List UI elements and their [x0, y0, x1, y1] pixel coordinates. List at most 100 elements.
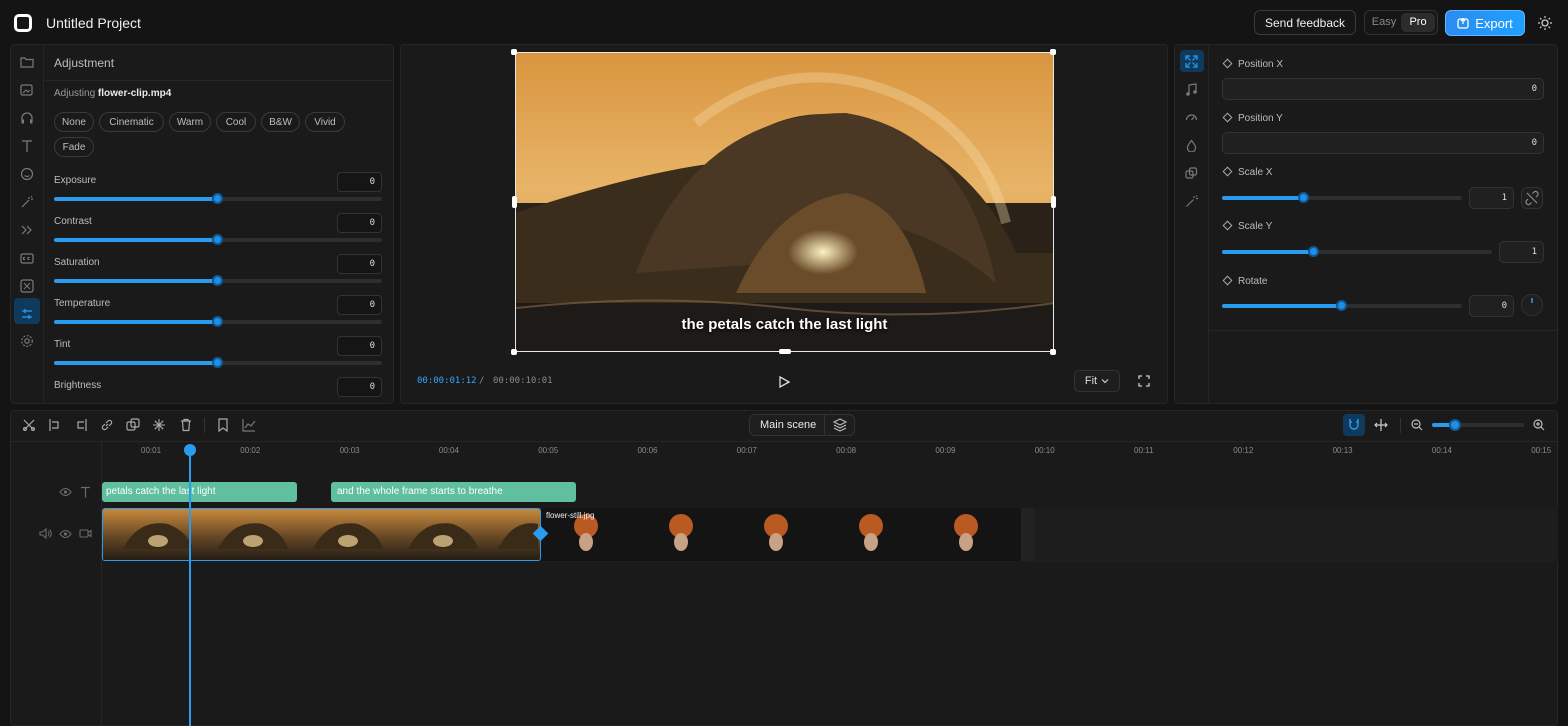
sticker-smile-icon[interactable] [20, 167, 34, 181]
snap-magnet-button[interactable] [1343, 414, 1365, 436]
delete-trash-icon[interactable] [179, 418, 193, 432]
slider-knob[interactable] [1307, 246, 1319, 257]
slider-value-temperature[interactable]: 0 [337, 295, 382, 315]
resize-handle-tl[interactable] [511, 49, 517, 55]
preset-fade[interactable]: Fade [54, 137, 94, 157]
mode-easy-option[interactable]: Easy [1367, 13, 1401, 32]
rotate-dial[interactable] [1521, 294, 1543, 316]
captions-icon[interactable] [20, 251, 34, 265]
text-clip[interactable]: and the whole frame starts to breathe [331, 482, 576, 502]
folder-icon[interactable] [20, 55, 34, 69]
color-drop-icon[interactable] [1185, 139, 1198, 152]
transform-expand-icon[interactable] [1185, 55, 1198, 68]
slider-knob[interactable] [1297, 192, 1309, 203]
preset-cool[interactable]: Cool [216, 112, 256, 132]
headphones-icon[interactable] [20, 111, 34, 125]
video-preview[interactable] [515, 52, 1054, 352]
zoom-in-icon[interactable] [1533, 419, 1545, 431]
video-clip-wave[interactable] [102, 508, 541, 561]
slider-value-brightness[interactable]: 0 [337, 377, 382, 397]
send-feedback-button[interactable]: Send feedback [1254, 10, 1356, 35]
transitions-icon[interactable] [20, 223, 34, 237]
zoom-slider-knob[interactable] [1449, 419, 1461, 431]
slider-exposure[interactable] [54, 193, 382, 204]
text-icon[interactable] [20, 139, 34, 153]
fit-timeline-icon[interactable] [1373, 418, 1389, 432]
position-x-input[interactable]: 0 [1222, 78, 1544, 100]
resize-handle-left[interactable] [512, 196, 517, 208]
slider-knob[interactable] [212, 357, 223, 368]
slider-knob[interactable] [212, 234, 223, 245]
slider-knob[interactable] [1336, 300, 1347, 311]
resize-handle-bl[interactable] [511, 349, 517, 355]
bookmark-icon[interactable] [216, 418, 230, 432]
fit-dropdown[interactable]: Fit [1074, 370, 1120, 392]
scene-selector[interactable]: Main scene [749, 414, 855, 436]
speed-icon[interactable] [1185, 111, 1198, 124]
resize-handle-bottom[interactable] [779, 349, 791, 354]
slider-contrast[interactable] [54, 234, 382, 245]
slider-value-tint[interactable]: 0 [337, 336, 382, 356]
resize-handle-br[interactable] [1050, 349, 1056, 355]
effects-icon[interactable] [20, 279, 34, 293]
project-title[interactable]: Untitled Project [46, 15, 141, 31]
video-caption-overlay[interactable]: the petals catch the last light [515, 316, 1054, 333]
split-scissors-icon[interactable] [22, 418, 36, 432]
playhead-handle[interactable] [184, 444, 196, 456]
eye-icon[interactable] [59, 529, 72, 539]
fullscreen-icon[interactable] [1138, 375, 1150, 387]
video-clip-flower[interactable] [541, 508, 1035, 561]
preset-warm[interactable]: Warm [169, 112, 211, 132]
slider-value-exposure[interactable]: 0 [337, 172, 382, 192]
rotate-input[interactable]: 0 [1469, 295, 1514, 317]
keyframe-graph-icon[interactable] [242, 418, 256, 432]
preset-cinematic[interactable]: Cinematic [99, 112, 164, 132]
duplicate-icon[interactable] [126, 418, 140, 432]
slider-knob[interactable] [212, 193, 223, 204]
magic-wand-icon[interactable] [1185, 195, 1198, 208]
media-add-icon[interactable] [20, 83, 34, 97]
freeze-icon[interactable] [152, 418, 166, 432]
scale-x-input[interactable]: 1 [1469, 187, 1514, 209]
slider-label-contrast: Contrast [54, 216, 92, 227]
music-note-icon[interactable] [1185, 83, 1198, 96]
theme-toggle-icon[interactable] [1538, 16, 1552, 30]
trim-left-icon[interactable] [48, 418, 62, 432]
playhead-line[interactable] [189, 450, 191, 726]
slider-temperature[interactable] [54, 316, 382, 327]
volume-icon[interactable] [39, 528, 52, 539]
adjust-sliders-icon[interactable] [20, 307, 34, 321]
layers-copy-icon[interactable] [1185, 167, 1198, 180]
slider-knob[interactable] [212, 275, 223, 286]
magic-wand-icon[interactable] [20, 195, 34, 209]
slider-value-contrast[interactable]: 0 [337, 213, 382, 233]
link-icon[interactable] [100, 418, 114, 432]
link-scale-button[interactable] [1521, 187, 1543, 209]
export-button[interactable]: Export [1445, 10, 1525, 36]
zoom-out-icon[interactable] [1411, 419, 1423, 431]
slider-saturation[interactable] [54, 275, 382, 286]
scale-x-slider[interactable] [1222, 192, 1462, 203]
scale-y-slider[interactable] [1222, 246, 1492, 257]
timecode-separator: / [479, 376, 485, 386]
settings-gear-icon[interactable] [20, 334, 34, 348]
trim-right-icon[interactable] [74, 418, 88, 432]
preset-none[interactable]: None [54, 112, 94, 132]
eye-icon[interactable] [59, 487, 72, 497]
play-icon[interactable] [778, 376, 790, 388]
slider-value-saturation[interactable]: 0 [337, 254, 382, 274]
layers-stack-icon[interactable] [824, 415, 854, 435]
preset-vivid[interactable]: Vivid [305, 112, 345, 132]
rotate-slider[interactable] [1222, 300, 1462, 311]
slider-tint[interactable] [54, 357, 382, 368]
mode-pro-option[interactable]: Pro [1401, 13, 1435, 32]
scale-y-input[interactable]: 1 [1499, 241, 1544, 263]
app-logo-icon[interactable] [14, 14, 32, 32]
preset-bw[interactable]: B&W [261, 112, 300, 132]
resize-handle-right[interactable] [1051, 196, 1056, 208]
position-y-input[interactable]: 0 [1222, 132, 1544, 154]
resize-handle-tr[interactable] [1050, 49, 1056, 55]
text-clip[interactable]: petals catch the last light [102, 482, 297, 502]
mode-toggle[interactable]: Easy Pro [1364, 10, 1438, 35]
slider-knob[interactable] [212, 316, 223, 327]
